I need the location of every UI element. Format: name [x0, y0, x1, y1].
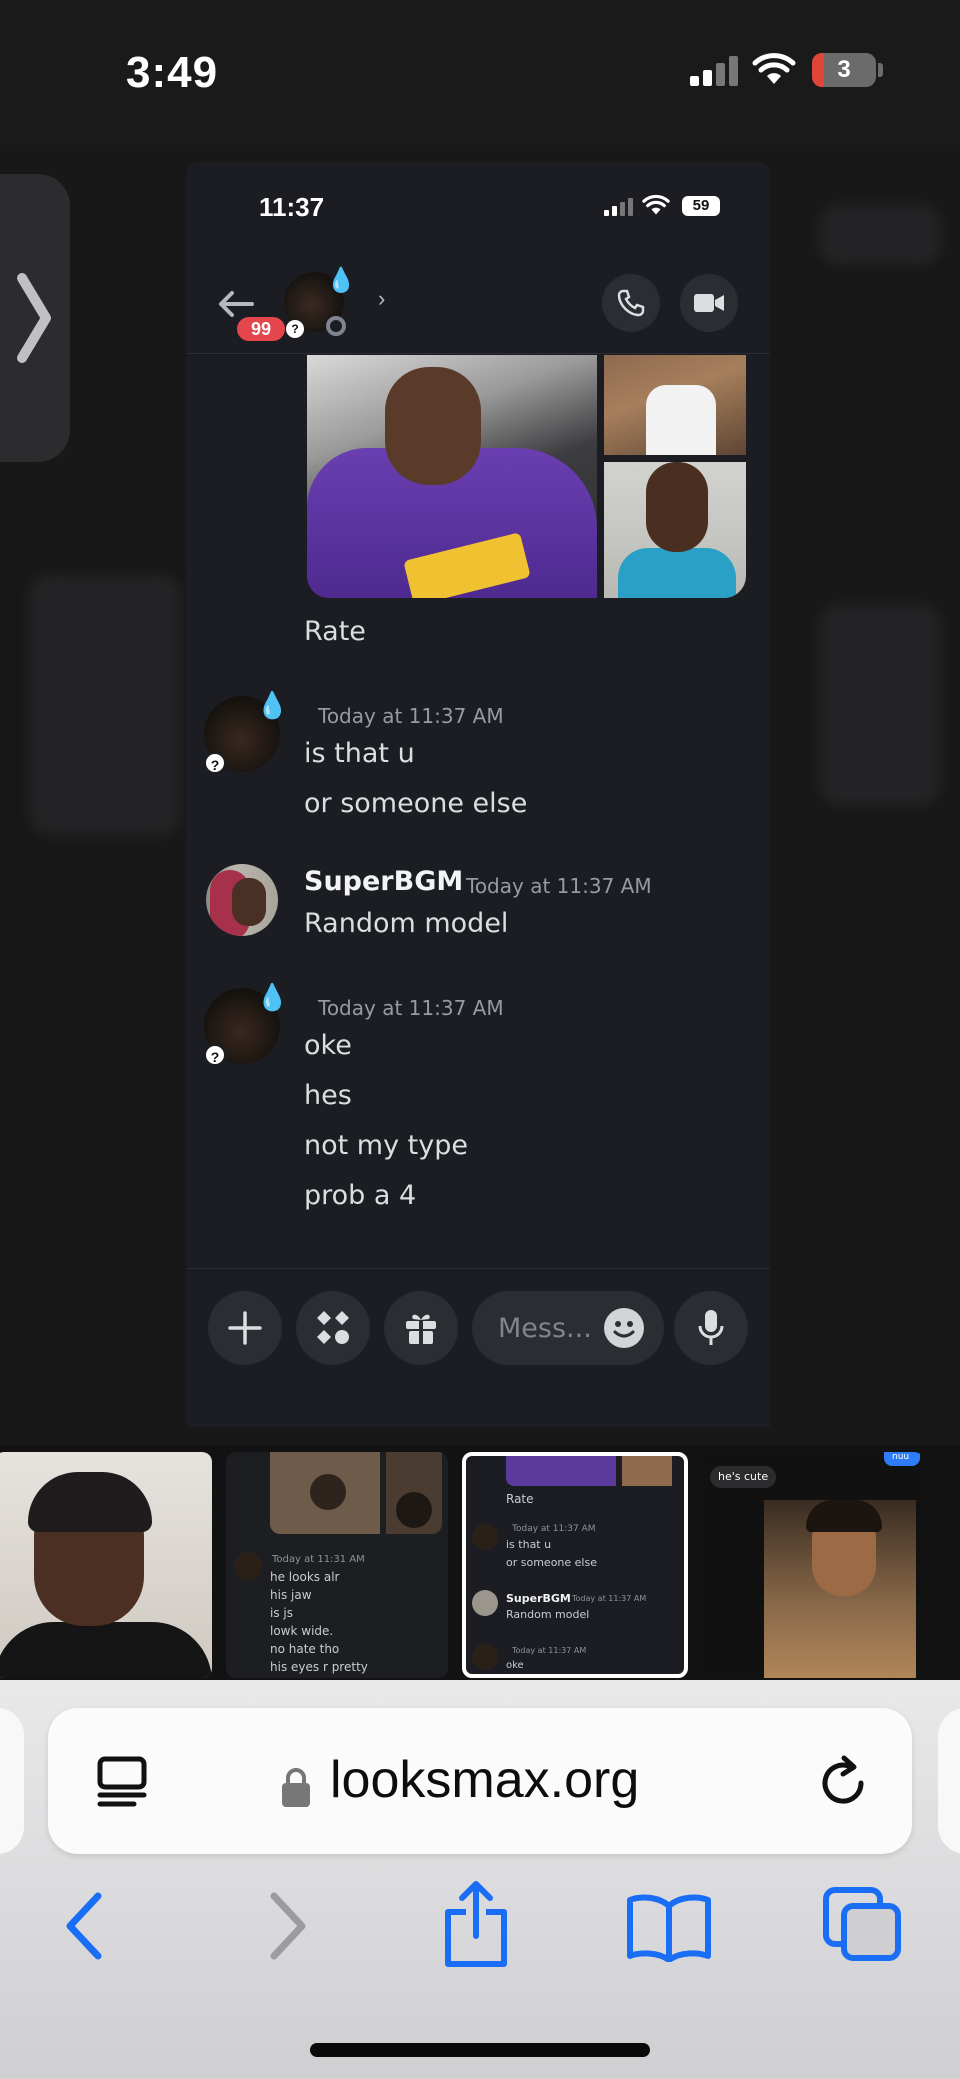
- message-text: Rate: [304, 616, 366, 647]
- voice-message-button[interactable]: [674, 1291, 748, 1365]
- tab-thumbnails: Today at 11:31 AM he looks alr his jaw i…: [0, 1445, 960, 1680]
- superbgm-avatar[interactable]: [206, 864, 278, 936]
- tab-timestamp: Today at 11:37 AM: [512, 1646, 587, 1655]
- message-timestamp: Today at 11:37 AM: [318, 704, 504, 728]
- home-indicator: [310, 2043, 650, 2057]
- reload-icon[interactable]: [814, 1754, 872, 1812]
- message-input[interactable]: Mess...: [472, 1291, 664, 1365]
- emoji-icon[interactable]: [604, 1308, 644, 1348]
- tab-text: he's cute: [718, 1470, 769, 1483]
- droplets-icon: 💧: [326, 267, 356, 294]
- discord-screenshot: 11:37 59 💧 99 ? › Rate 💧 ? Today at 11:3…: [186, 162, 770, 1427]
- tab-text: is that u: [506, 1538, 552, 1551]
- tab-text: his eyes r pretty: [270, 1660, 368, 1674]
- reader-mode-icon[interactable]: [94, 1756, 150, 1808]
- inner-battery: 59: [682, 196, 720, 216]
- back-icon[interactable]: [60, 1890, 110, 1962]
- tab-text: lowk wide.: [270, 1624, 334, 1638]
- message-timestamp: Today at 11:37 AM: [318, 996, 504, 1020]
- user-avatar[interactable]: 💧 ?: [204, 690, 288, 774]
- microphone-icon: [698, 1310, 724, 1345]
- tab-text: is js: [270, 1606, 293, 1620]
- message-text: is that u: [304, 738, 415, 769]
- tab-text: Rate: [506, 1492, 534, 1506]
- message-text: or someone else: [304, 788, 528, 819]
- inner-signal-icon: [604, 198, 634, 216]
- message-timestamp: Today at 11:37 AM: [466, 874, 652, 898]
- tab-text: or someone else: [506, 1556, 597, 1569]
- tab-thumbnail[interactable]: nuu he's cute: [700, 1452, 924, 1678]
- tab-text: oke: [506, 1660, 524, 1671]
- tab-text: his jaw: [270, 1588, 312, 1602]
- outer-status-bar: 3:49 3: [0, 0, 960, 145]
- apps-icon: [317, 1311, 349, 1344]
- chevron-right-icon[interactable]: [14, 268, 54, 368]
- question-icon: ?: [286, 320, 304, 338]
- address-bar[interactable]: looksmax.org: [48, 1708, 912, 1854]
- message-input-placeholder: Mess...: [498, 1313, 592, 1344]
- battery-level: 3: [837, 56, 851, 83]
- tab-thumbnail[interactable]: [0, 1452, 212, 1678]
- inner-status-bar: 11:37 59: [186, 162, 770, 242]
- chat-header: 💧 99 ? ›: [186, 242, 770, 354]
- message-text: not my type: [304, 1130, 468, 1161]
- tab-timestamp: Today at 11:37 AM: [572, 1594, 647, 1603]
- tab-text: he looks alr: [270, 1570, 340, 1584]
- username[interactable]: SuperBGM: [304, 866, 463, 897]
- photo-attachment[interactable]: [604, 355, 746, 455]
- tab-thumbnail-active[interactable]: Rate Today at 11:37 AM is that u or some…: [462, 1452, 688, 1678]
- lock-icon: [282, 1768, 310, 1807]
- plus-icon: [228, 1311, 262, 1345]
- apps-button[interactable]: [296, 1291, 370, 1365]
- question-badge-icon: ?: [204, 1044, 226, 1066]
- inner-wifi-icon: [642, 194, 670, 215]
- cellular-signal-icon: [690, 56, 738, 86]
- tab-text: no hate tho: [270, 1642, 340, 1656]
- tab-username: SuperBGM: [506, 1592, 571, 1605]
- tab-timestamp: Today at 11:31 AM: [272, 1554, 365, 1565]
- url-text: looksmax.org: [330, 1751, 640, 1809]
- unread-badge: 99: [234, 314, 288, 344]
- tab-text: Random model: [506, 1608, 590, 1621]
- voice-call-button[interactable]: [602, 274, 660, 332]
- message-text: Random model: [304, 908, 509, 939]
- droplets-icon: 💧: [256, 690, 289, 720]
- droplets-icon: 💧: [256, 982, 289, 1012]
- bookmarks-icon[interactable]: [626, 1892, 712, 1962]
- video-call-button[interactable]: [680, 274, 738, 332]
- message-text: prob a 4: [304, 1180, 417, 1211]
- tab-timestamp: Today at 11:37 AM: [512, 1524, 596, 1534]
- adjacent-tab-left[interactable]: [0, 1708, 24, 1854]
- offline-status-icon: [326, 316, 346, 336]
- video-camera-icon: [694, 294, 724, 312]
- safari-toolbar: looksmax.org: [0, 1680, 960, 2079]
- chevron-right-icon[interactable]: ›: [378, 286, 385, 312]
- gift-button[interactable]: [384, 1291, 458, 1365]
- gift-icon: [406, 1314, 436, 1344]
- adjacent-tab-right[interactable]: [938, 1708, 960, 1854]
- tab-text: nuu: [892, 1452, 910, 1462]
- message-text: hes: [304, 1080, 352, 1111]
- battery-icon: 3: [812, 53, 876, 87]
- add-attachment-button[interactable]: [208, 1291, 282, 1365]
- wifi-icon: [752, 53, 796, 84]
- message-composer: Mess...: [186, 1268, 770, 1427]
- share-icon[interactable]: [440, 1880, 512, 1968]
- question-badge-icon: ?: [204, 752, 226, 774]
- battery-tip: [878, 63, 883, 77]
- outer-clock: 3:49: [126, 48, 219, 97]
- message-text: oke: [304, 1030, 352, 1061]
- photo-attachment[interactable]: [307, 355, 597, 598]
- user-avatar[interactable]: 💧 ?: [204, 982, 288, 1066]
- inner-clock: 11:37: [259, 192, 325, 222]
- photo-attachment[interactable]: [604, 462, 746, 598]
- tab-thumbnail[interactable]: Today at 11:31 AM he looks alr his jaw i…: [226, 1452, 448, 1678]
- phone-icon: [617, 289, 645, 317]
- tabs-icon[interactable]: [822, 1886, 902, 1962]
- forward-icon[interactable]: [262, 1890, 312, 1962]
